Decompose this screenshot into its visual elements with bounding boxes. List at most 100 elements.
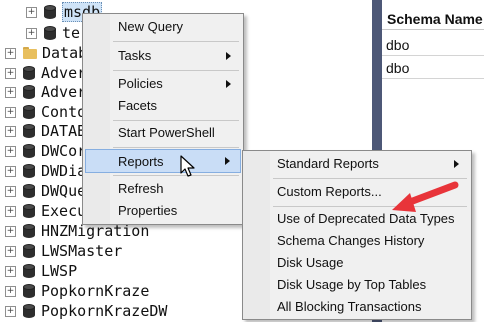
tree-node[interactable]: + Execu: [5, 200, 86, 222]
menu-item-standard-reports[interactable]: Standard Reports: [245, 152, 469, 176]
expand-icon[interactable]: +: [5, 145, 16, 157]
menu-item-label: Properties: [118, 203, 178, 218]
expand-icon[interactable]: +: [5, 165, 16, 177]
database-icon: [23, 65, 35, 81]
tree-node-label: Adver: [41, 83, 87, 101]
tree-node-label: LWSP: [41, 262, 78, 280]
menu-item-label: Tasks: [118, 48, 152, 63]
tree-node[interactable]: + LWSP: [5, 260, 77, 282]
submenu-arrow-icon: [454, 160, 459, 168]
tree-node[interactable]: + DWDia: [5, 160, 86, 182]
database-icon: [23, 203, 35, 219]
tree-node[interactable]: + DWCor: [5, 140, 86, 162]
database-icon: [23, 283, 35, 299]
tree-node-label: PopkornKrazeDW: [41, 302, 168, 320]
tree-node-label: LWSMaster: [41, 242, 123, 260]
menu-separator: [113, 147, 239, 148]
expand-icon[interactable]: +: [5, 67, 16, 79]
tree-node-database-snapshots[interactable]: + Datab: [5, 42, 87, 64]
database-icon: [23, 163, 35, 179]
tree-node-label: Datab: [42, 44, 88, 62]
tree-node-label: Conto: [41, 103, 87, 121]
expand-icon[interactable]: +: [26, 6, 37, 18]
tree-node[interactable]: + ter: [26, 22, 89, 44]
menu-item-start-powershell[interactable]: Start PowerShell: [85, 121, 241, 145]
menu-item-label: Reports: [118, 154, 164, 169]
tree-node-label: DWDia: [41, 162, 87, 180]
grid-cell[interactable]: dbo: [382, 34, 484, 56]
expand-icon[interactable]: +: [5, 225, 16, 237]
menu-item-label: Refresh: [118, 181, 164, 196]
menu-item-policies[interactable]: Policies: [85, 72, 241, 96]
database-icon: [23, 263, 35, 279]
database-icon: [23, 243, 35, 259]
menu-item-custom-reports[interactable]: Custom Reports...: [245, 180, 469, 204]
database-icon: [44, 4, 56, 20]
expand-icon[interactable]: +: [5, 86, 16, 98]
tree-node-label: Execu: [41, 202, 87, 220]
menu-separator: [113, 70, 239, 71]
menu-item-label: Start PowerShell: [118, 125, 215, 140]
database-icon: [23, 303, 35, 319]
menu-item-deprecated-data-types[interactable]: Use of Deprecated Data Types: [245, 207, 469, 231]
expand-icon[interactable]: +: [5, 305, 16, 317]
database-icon: [23, 183, 35, 199]
menu-separator: [113, 175, 239, 176]
menu-item-disk-usage[interactable]: Disk Usage: [245, 251, 469, 275]
expand-icon[interactable]: +: [5, 265, 16, 277]
reports-submenu: Standard Reports Custom Reports... Use o…: [242, 150, 472, 320]
tree-node[interactable]: + Adver: [5, 81, 86, 103]
menu-separator: [113, 41, 239, 42]
menu-separator: [273, 178, 467, 179]
folder-icon: [23, 47, 37, 59]
menu-item-label: Policies: [118, 76, 163, 91]
tree-node[interactable]: + PopkornKrazeDW: [5, 300, 167, 322]
tree-node-label: Adver: [41, 64, 87, 82]
menu-item-reports[interactable]: Reports: [85, 149, 241, 173]
database-icon: [23, 143, 35, 159]
tree-node[interactable]: + PopkornKraze: [5, 280, 149, 302]
menu-item-label: All Blocking Transactions: [277, 299, 422, 314]
expand-icon[interactable]: +: [26, 27, 37, 39]
menu-item-label: Facets: [118, 98, 158, 113]
menu-item-tasks[interactable]: Tasks: [85, 44, 241, 68]
submenu-arrow-icon: [225, 157, 230, 165]
menu-item-label: Disk Usage by Top Tables: [277, 277, 427, 292]
expand-icon[interactable]: +: [5, 185, 16, 197]
expand-icon[interactable]: +: [5, 285, 16, 297]
database-icon: [44, 25, 56, 41]
mouse-cursor-icon: [180, 155, 195, 177]
expand-icon[interactable]: +: [5, 106, 16, 118]
menu-item-all-blocking-transactions[interactable]: All Blocking Transactions: [245, 295, 469, 319]
submenu-arrow-icon: [226, 52, 231, 60]
expand-icon[interactable]: +: [5, 245, 16, 257]
expand-icon[interactable]: +: [5, 205, 16, 217]
tree-node-label: DWQue: [41, 182, 87, 200]
menu-item-refresh[interactable]: Refresh: [85, 177, 241, 201]
tree-node[interactable]: + DWQue: [5, 180, 86, 202]
menu-item-facets[interactable]: Facets: [85, 94, 241, 118]
database-icon: [23, 104, 35, 120]
menu-item-label: Schema Changes History: [277, 233, 425, 248]
menu-item-label: Custom Reports...: [277, 184, 382, 199]
menu-item-disk-usage-top-tables[interactable]: Disk Usage by Top Tables: [245, 273, 469, 297]
menu-item-label: Disk Usage: [277, 255, 344, 270]
menu-item-label: Use of Deprecated Data Types: [277, 211, 455, 226]
column-header-schema-name[interactable]: Schema Name: [382, 8, 484, 30]
submenu-arrow-icon: [226, 80, 231, 88]
menu-item-label: Standard Reports: [277, 156, 379, 171]
menu-item-schema-changes-history[interactable]: Schema Changes History: [245, 229, 469, 253]
tree-node-label: DWCor: [41, 142, 87, 160]
database-icon: [23, 84, 35, 100]
tree-node[interactable]: + LWSMaster: [5, 240, 122, 262]
menu-item-label: New Query: [118, 19, 184, 34]
menu-item-new-query[interactable]: New Query: [85, 15, 241, 39]
tree-node-label: PopkornKraze: [41, 282, 150, 300]
grid-cell[interactable]: dbo: [382, 57, 484, 79]
expand-icon[interactable]: +: [5, 47, 16, 59]
expand-icon[interactable]: +: [5, 125, 16, 137]
tree-node-label: DATAB: [41, 122, 87, 140]
menu-item-properties[interactable]: Properties: [85, 199, 241, 223]
database-icon: [23, 223, 35, 239]
tree-node[interactable]: + DATAB: [5, 120, 86, 142]
